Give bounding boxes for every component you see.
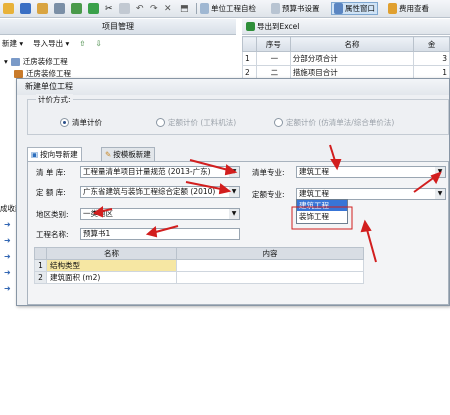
annotation-overlay [92, 144, 442, 263]
annotation-arrowhead [360, 219, 372, 233]
annotation-arrowhead [92, 206, 103, 218]
annotation-box [291, 206, 353, 230]
annotation-arrowhead [430, 171, 442, 185]
annotation-arrowhead [145, 226, 158, 238]
annotation-arrow [365, 225, 377, 263]
annotation-arrowhead [330, 159, 342, 171]
annotation-arrowhead [224, 164, 238, 176]
annotation-arrowhead [218, 183, 232, 195]
